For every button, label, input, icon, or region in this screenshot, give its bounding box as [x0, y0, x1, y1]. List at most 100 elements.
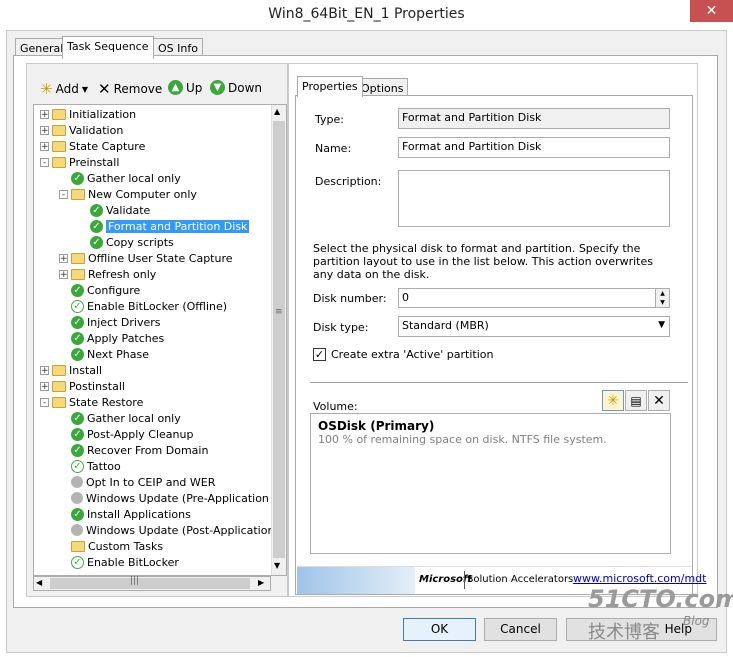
tree-item-label: State Capture [69, 139, 146, 153]
expand-icon[interactable]: + [59, 253, 68, 263]
tree-item[interactable]: + Validation [40, 122, 123, 138]
tree-item[interactable]: + Postinstall [40, 378, 125, 394]
mdt-link[interactable]: www.microsoft.com/mdt [573, 572, 706, 585]
properties-icon[interactable]: ▤ [625, 390, 647, 411]
folder-icon [71, 252, 85, 264]
tree-item[interactable]: Opt In to CEIP and WER [59, 474, 215, 490]
tree-item[interactable]: ✓ Apply Patches [59, 330, 164, 346]
tree-item[interactable]: ✓ Validate [78, 202, 150, 218]
up-label: Up [186, 80, 203, 95]
remove-button[interactable]: ✕ Remove [98, 80, 162, 98]
tree-item[interactable]: ✓ Copy scripts [78, 234, 174, 250]
tree-item-label: Recover From Domain [87, 443, 209, 457]
tab-task-sequence[interactable]: Task Sequence [62, 36, 154, 59]
expand-icon[interactable]: + [40, 365, 49, 375]
tree-item-label: Tattoo [87, 459, 121, 473]
tree-item-label: Refresh only [88, 267, 157, 281]
collapse-icon[interactable]: - [40, 157, 49, 167]
tree-item-label: Configure [87, 283, 141, 297]
folder-icon [71, 188, 85, 200]
tree-item[interactable]: Custom Tasks [59, 538, 163, 554]
collapse-icon[interactable]: - [59, 189, 68, 199]
tree-item[interactable]: ✓ Format and Partition Disk [78, 218, 250, 234]
scroll-down-icon[interactable]: ▼ [274, 561, 280, 570]
type-field: Format and Partition Disk [398, 108, 670, 129]
expand-icon[interactable]: + [40, 125, 49, 135]
tree-item[interactable]: ✓ Recover From Domain [59, 442, 208, 458]
check-icon: ✓ [90, 235, 103, 249]
info-text: Select the physical disk to format and p… [313, 242, 653, 281]
dropdown-arrow-icon: ▼ [81, 84, 88, 94]
tree-item[interactable]: ✓ Enable BitLocker [59, 554, 179, 570]
expand-icon[interactable]: + [40, 381, 49, 391]
tree-item-label: Format and Partition Disk [106, 219, 250, 233]
scroll-right-icon[interactable]: ▶ [258, 578, 264, 587]
check-icon: ✓ [71, 347, 84, 361]
check-outline-icon: ✓ [71, 555, 84, 569]
tree-item[interactable]: - New Computer only [59, 186, 197, 202]
tree-horizontal-scrollbar[interactable]: ◀ ||| ▶ [33, 576, 271, 591]
disabled-step-icon [71, 492, 83, 504]
tree-item-label: Custom Tasks [88, 539, 164, 553]
check-icon: ✓ [71, 443, 84, 457]
tree-item[interactable]: ✓ Inject Drivers [59, 314, 160, 330]
new-volume-icon[interactable]: ✳ [602, 390, 624, 411]
tree-item[interactable]: + Initialization [40, 106, 136, 122]
check-icon: ✓ [71, 507, 84, 521]
task-sequence-tree[interactable]: + Initialization + Validation + State Capture… [33, 104, 287, 576]
tree-item-label: State Restore [69, 395, 144, 409]
banner-graphic [297, 567, 415, 594]
tree-item[interactable]: - State Restore [40, 394, 143, 410]
collapse-icon[interactable]: - [40, 397, 49, 407]
down-button[interactable]: ▼ Down [210, 80, 262, 95]
check-outline-icon: ✓ [71, 299, 84, 313]
volume-list[interactable]: OSDisk (Primary) 100 % of remaining spac… [310, 413, 671, 554]
tree-item[interactable]: + Install [40, 362, 102, 378]
hscroll-thumb[interactable] [50, 578, 250, 589]
volume-label: Volume: [313, 400, 358, 413]
tree-item[interactable]: ✓ Gather local only [59, 410, 181, 426]
add-button[interactable]: ✳ Add ▼ [40, 80, 88, 98]
scroll-thumb[interactable] [273, 121, 285, 558]
description-field[interactable] [398, 170, 670, 227]
tree-item[interactable]: ✓ Post-Apply Cleanup [59, 426, 193, 442]
tree-item[interactable]: Windows Update (Post-Application Ins [59, 522, 286, 538]
tree-item[interactable]: ✓ Next Phase [59, 346, 149, 362]
extra-active-checkbox[interactable]: ✓ [313, 348, 326, 361]
tree-vertical-scrollbar[interactable]: ▲ ≡ ▼ [271, 105, 286, 575]
delete-volume-icon[interactable]: ✕ [648, 390, 670, 411]
tree-item[interactable]: ✓ Gather local only [59, 170, 181, 186]
up-arrow-icon: ▲ [168, 80, 183, 95]
scroll-up-icon[interactable]: ▲ [274, 107, 280, 116]
disk-type-select[interactable]: Standard (MBR) ▼ [398, 316, 670, 337]
tree-item[interactable]: - Preinstall [40, 154, 119, 170]
tree-item-label: Post-Apply Cleanup [87, 427, 194, 441]
tree-item[interactable]: Windows Update (Pre-Application Inst [59, 490, 286, 506]
expand-icon[interactable]: + [40, 141, 49, 151]
disk-number-spinner[interactable]: ▲ ▼ [655, 288, 670, 308]
check-icon: ✓ [90, 219, 103, 233]
volume-desc: 100 % of remaining space on disk. NTFS f… [318, 433, 607, 446]
check-icon: ✓ [71, 315, 84, 329]
cancel-button[interactable]: Cancel [484, 618, 557, 641]
tree-item[interactable]: + Refresh only [59, 266, 156, 282]
tree-item[interactable]: ✓ Enable BitLocker (Offline) [59, 298, 227, 314]
disk-number-field[interactable]: 0 [398, 288, 656, 308]
solution-accelerators: Solution Accelerators [467, 574, 574, 585]
tree-item[interactable]: ✓ Configure [59, 282, 140, 298]
close-button[interactable]: ✕ [690, 0, 733, 22]
expand-icon[interactable]: + [40, 109, 49, 119]
grip-icon: ≡ [275, 307, 283, 317]
tree-item[interactable]: ✓ Install Applications [59, 506, 191, 522]
scroll-left-icon[interactable]: ◀ [36, 578, 42, 587]
tree-item-label: Validation [69, 123, 124, 137]
tree-item[interactable]: + State Capture [40, 138, 145, 154]
tree-item[interactable]: ✓ Tattoo [59, 458, 121, 474]
up-button[interactable]: ▲ Up [168, 80, 202, 95]
volume-title[interactable]: OSDisk (Primary) [318, 419, 434, 433]
tree-item[interactable]: + Offline User State Capture [59, 250, 233, 266]
ok-button[interactable]: OK [403, 618, 476, 641]
expand-icon[interactable]: + [59, 269, 68, 279]
name-field[interactable]: Format and Partition Disk [398, 137, 670, 158]
tab-properties[interactable]: Properties [297, 76, 363, 97]
